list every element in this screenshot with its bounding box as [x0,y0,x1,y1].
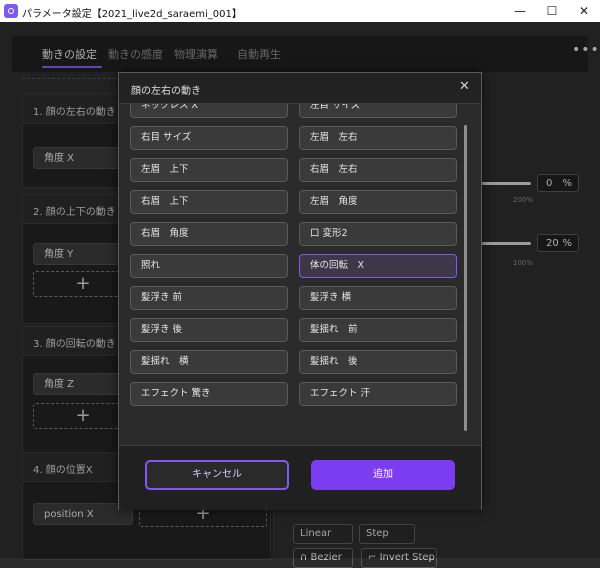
parameter-option[interactable]: 左目 サイズ [299,104,457,118]
parameter-option[interactable]: エフェクト 汗 [299,382,457,406]
parameter-option[interactable]: エフェクト 驚き [130,382,288,406]
parameter-option[interactable]: 髪揺れ 前 [299,318,457,342]
minimize-button[interactable]: — [504,0,536,22]
parameter-option[interactable]: 髪浮き 後 [130,318,288,342]
parameter-list: ネックレス X 左目 サイズ 右目 サイズ 左眉 左右 左眉 上下 右眉 左右 右眉 上下左… [119,104,481,444]
window-titlebar: パラメータ設定【2021_live2d_saraemi_001】 — ☐ ✕ [0,0,600,22]
app-icon [4,4,18,18]
window-title: パラメータ設定【2021_live2d_saraemi_001】 [22,9,242,20]
parameter-option[interactable]: 右目 サイズ [130,126,288,150]
parameter-option[interactable]: 右眉 上下 [130,190,288,214]
parameter-option[interactable]: 髪浮き 横 [299,286,457,310]
add-button[interactable]: 追加 [311,460,455,490]
parameter-option[interactable]: 照れ [130,254,288,278]
parameter-option[interactable]: 左眉 角度 [299,190,457,214]
parameter-option[interactable]: 左眉 上下 [130,158,288,182]
parameter-option[interactable]: 左眉 左右 [299,126,457,150]
parameter-option[interactable]: 髪揺れ 横 [130,350,288,374]
parameter-option[interactable]: 髪浮き 前 [130,286,288,310]
parameter-option[interactable]: 右眉 角度 [130,222,288,246]
parameter-option[interactable]: 口 変形2 [299,222,457,246]
cancel-button[interactable]: キャンセル [145,460,289,490]
parameter-option[interactable]: 右眉 左右 [299,158,457,182]
parameter-option[interactable]: 体の回転 X [299,254,457,278]
scrollbar[interactable] [464,125,467,431]
maximize-button[interactable]: ☐ [536,0,568,22]
parameter-picker-dialog: 顔の左右の動き ✕ ネックレス X 左目 サイズ 右目 サイズ 左眉 左右 左眉 上下右… [118,72,482,510]
dialog-title: 顔の左右の動き [131,86,201,97]
window-close-button[interactable]: ✕ [568,0,600,22]
parameter-option[interactable]: 髪揺れ 後 [299,350,457,374]
parameter-option[interactable]: ネックレス X [130,104,288,118]
close-icon[interactable]: ✕ [459,79,470,94]
dialog-footer: キャンセル 追加 [119,445,481,510]
dialog-header: 顔の左右の動き ✕ [119,73,481,104]
